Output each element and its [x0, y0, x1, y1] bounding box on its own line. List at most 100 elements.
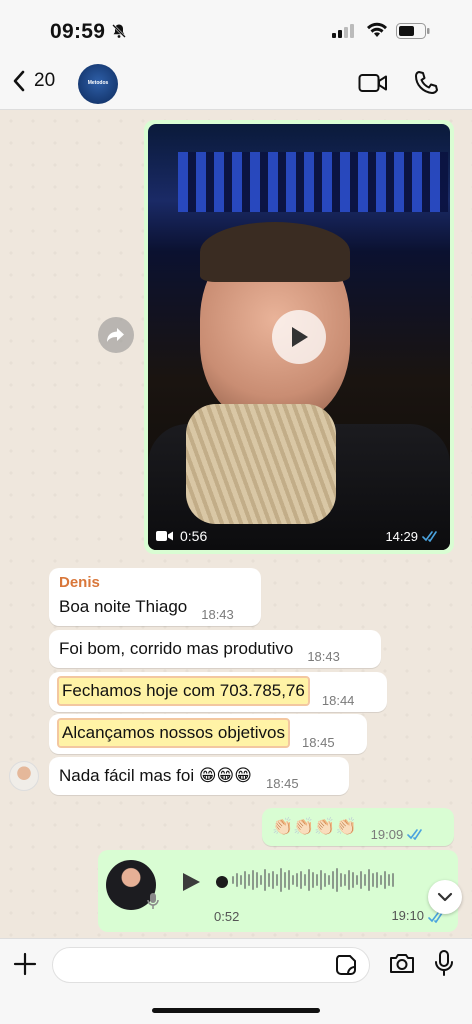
waveform-bar [380, 875, 382, 885]
waveform-bar [284, 872, 286, 888]
message-text: Boa noite Thiago [59, 597, 188, 616]
phone-call-icon[interactable] [414, 70, 438, 101]
video-person-scarf [186, 404, 336, 524]
video-person-hair [200, 222, 350, 282]
waveform-bar [376, 872, 378, 888]
waveform-bar [268, 873, 270, 887]
waveform-bar [356, 875, 358, 885]
back-button[interactable]: 20 [12, 70, 55, 92]
video-time-text: 14:29 [385, 529, 418, 544]
chat-header: 20 Metodos [0, 60, 472, 110]
waveform-bar [264, 869, 266, 891]
waveform-bar [252, 870, 254, 890]
message-bubble[interactable]: Foi bom, corrido mas produtivo 18:43 [49, 630, 381, 668]
waveform-bar [240, 875, 242, 885]
avatar-logo-text: Metodos [87, 80, 109, 87]
status-bar: 09:59 [0, 0, 472, 60]
message-input[interactable] [52, 947, 370, 983]
message-text-highlighted: Alcançamos nossos objetivos [56, 718, 291, 748]
message-time: 19:09 [370, 827, 404, 842]
chevron-down-icon [437, 892, 453, 902]
battery-icon [396, 23, 430, 44]
waveform-bar [260, 875, 262, 885]
waveform-bar [352, 872, 354, 888]
scroll-down-button[interactable] [428, 880, 462, 914]
voice-message[interactable]: 0:52 19:10 [98, 850, 458, 932]
home-indicator [152, 1008, 320, 1013]
read-checks-icon [422, 531, 437, 542]
play-icon [292, 327, 308, 347]
waveform-bar [340, 873, 342, 887]
bell-muted-icon [111, 23, 127, 44]
message-emoji-text: 👏🏻👏🏻👏🏻👏🏻 [272, 817, 357, 836]
chat-area[interactable]: 0:56 14:29 Denis Boa noite Thiago 18:43 … [0, 110, 472, 938]
unread-count: 20 [34, 70, 56, 91]
waveform-bar [232, 876, 234, 884]
message-time: 18:43 [307, 649, 340, 664]
sender-avatar[interactable] [9, 761, 39, 791]
video-message[interactable]: 0:56 14:29 [144, 120, 454, 554]
voice-play-button[interactable] [180, 870, 202, 899]
microphone-record-icon[interactable] [434, 949, 454, 982]
waveform-bar [292, 875, 294, 885]
waveform-bar [364, 874, 366, 886]
wifi-icon [366, 22, 388, 43]
waveform-bar [300, 871, 302, 889]
waveform-bar [320, 870, 322, 890]
waveform-bar [324, 873, 326, 887]
message-time: 18:43 [201, 607, 234, 622]
message-bubble[interactable]: Alcançamos nossos objetivos 18:45 [49, 714, 367, 754]
contact-avatar[interactable]: Metodos [78, 64, 118, 104]
voice-time-text: 19:10 [391, 908, 424, 923]
waveform-bar [256, 872, 258, 888]
voice-waveform[interactable] [232, 866, 394, 894]
waveform-bar [388, 874, 390, 886]
waveform-bar [272, 871, 274, 889]
voice-progress-thumb[interactable] [216, 876, 228, 888]
waveform-bar [344, 874, 346, 886]
video-call-icon[interactable] [358, 72, 388, 99]
video-duration: 0:56 [156, 528, 207, 544]
waveform-bar [244, 871, 246, 889]
video-thumbnail[interactable]: 0:56 14:29 [148, 124, 450, 550]
message-bubble[interactable]: Fechamos hoje com 703.785,76 18:44 [49, 672, 387, 712]
waveform-bar [332, 871, 334, 889]
outgoing-message-bubble[interactable]: 👏🏻👏🏻👏🏻👏🏻 19:09 [262, 808, 454, 846]
message-time: 18:44 [321, 693, 355, 708]
message-text-highlighted: Fechamos hoje com 703.785,76 [57, 676, 310, 706]
waveform-bar [296, 873, 298, 887]
forward-button[interactable] [98, 317, 134, 353]
forward-arrow-icon [107, 328, 124, 342]
waveform-bar [360, 871, 362, 889]
play-icon [183, 873, 200, 891]
waveform-bar [304, 874, 306, 886]
message-bubble[interactable]: Nada fácil mas foi 😁😁😁 18:45 [49, 757, 349, 795]
waveform-bar [312, 872, 314, 888]
chevron-left-icon [13, 70, 25, 92]
cell-signal-icon [332, 24, 356, 43]
video-camera-icon [156, 531, 173, 541]
video-play-button[interactable] [272, 310, 326, 364]
waveform-bar [348, 870, 350, 890]
status-time: 09:59 [50, 20, 106, 43]
message-time: 18:45 [266, 776, 299, 791]
sticker-icon[interactable] [334, 953, 358, 982]
waveform-bar [392, 873, 394, 887]
waveform-bar [372, 873, 374, 887]
waveform-bar [308, 869, 310, 891]
waveform-bar [276, 874, 278, 886]
attach-plus-icon[interactable] [12, 951, 38, 982]
message-bubble[interactable]: Denis Boa noite Thiago 18:43 [49, 568, 261, 626]
waveform-bar [336, 868, 338, 892]
waveform-bar [384, 871, 386, 889]
voice-duration: 0:52 [214, 909, 240, 924]
waveform-bar [328, 875, 330, 885]
message-time: 18:45 [302, 735, 335, 750]
waveform-bar [248, 874, 250, 886]
waveform-bar [280, 868, 282, 892]
message-text: Foi bom, corrido mas produtivo [59, 639, 294, 658]
microphone-icon [146, 892, 160, 915]
video-duration-text: 0:56 [180, 528, 208, 544]
camera-icon[interactable] [388, 951, 416, 980]
waveform-bar [316, 874, 318, 886]
